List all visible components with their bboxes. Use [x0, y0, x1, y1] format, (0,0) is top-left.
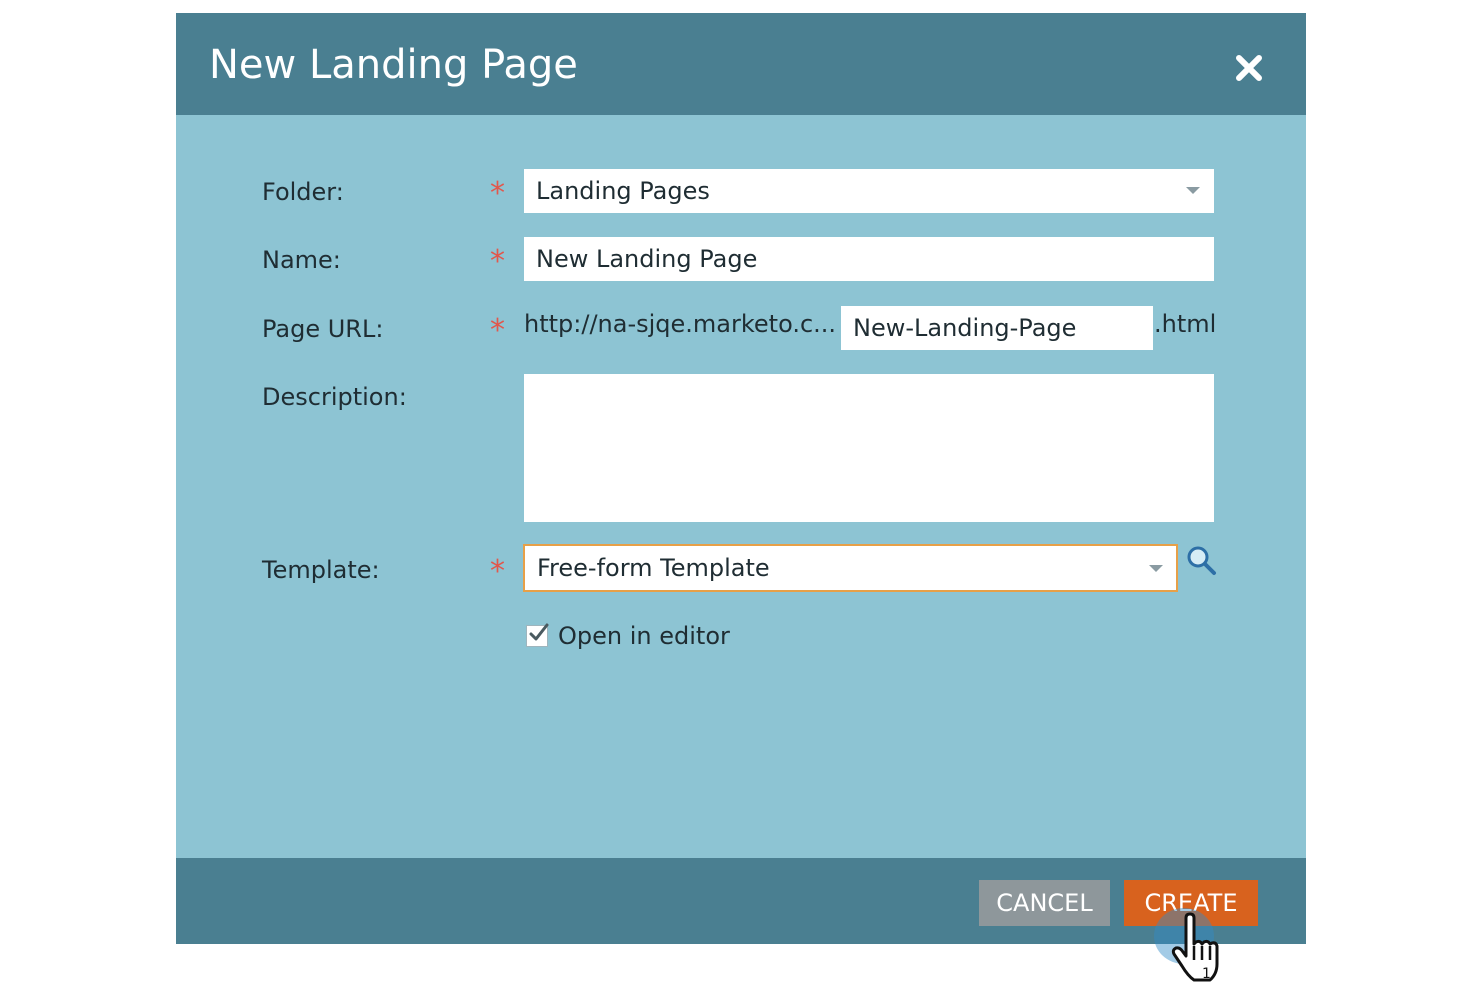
checkmark-icon [529, 623, 549, 641]
chevron-down-icon [1149, 565, 1163, 572]
page-url-required-mark: * [490, 313, 505, 348]
description-label: Description: [262, 383, 407, 411]
close-icon[interactable] [1232, 51, 1266, 85]
cancel-button[interactable]: CANCEL [979, 880, 1110, 926]
page-url-suffix: .html [1154, 310, 1217, 338]
name-input-value: New Landing Page [536, 245, 758, 273]
hand-cursor-icon: 1 [1164, 912, 1232, 987]
page-url-prefix: http://na-sjqe.marketo.c... [524, 310, 837, 338]
folder-select[interactable]: Landing Pages [524, 169, 1214, 213]
click-count: 1 [1202, 966, 1211, 982]
description-textarea[interactable] [524, 374, 1214, 522]
open-in-editor-checkbox[interactable] [526, 623, 549, 647]
search-icon[interactable] [1185, 544, 1219, 578]
folder-label: Folder: [262, 178, 344, 206]
name-label: Name: [262, 246, 341, 274]
template-select-value: Free-form Template [537, 554, 770, 582]
dialog-titlebar: New Landing Page [176, 13, 1306, 115]
template-required-mark: * [490, 554, 505, 589]
dialog-title: New Landing Page [209, 42, 578, 88]
name-required-mark: * [490, 244, 505, 279]
page-url-input[interactable]: New-Landing-Page [841, 306, 1153, 350]
page-url-label: Page URL: [262, 315, 384, 343]
name-input[interactable]: New Landing Page [524, 237, 1214, 281]
template-select[interactable]: Free-form Template [523, 544, 1178, 592]
folder-select-value: Landing Pages [536, 177, 710, 205]
chevron-down-icon [1186, 187, 1200, 194]
open-in-editor-label: Open in editor [558, 622, 730, 650]
new-landing-page-dialog: New Landing Page Folder: * Landing Pages… [176, 13, 1306, 944]
folder-required-mark: * [490, 176, 505, 211]
template-label: Template: [262, 556, 380, 584]
page-url-input-value: New-Landing-Page [853, 314, 1077, 342]
